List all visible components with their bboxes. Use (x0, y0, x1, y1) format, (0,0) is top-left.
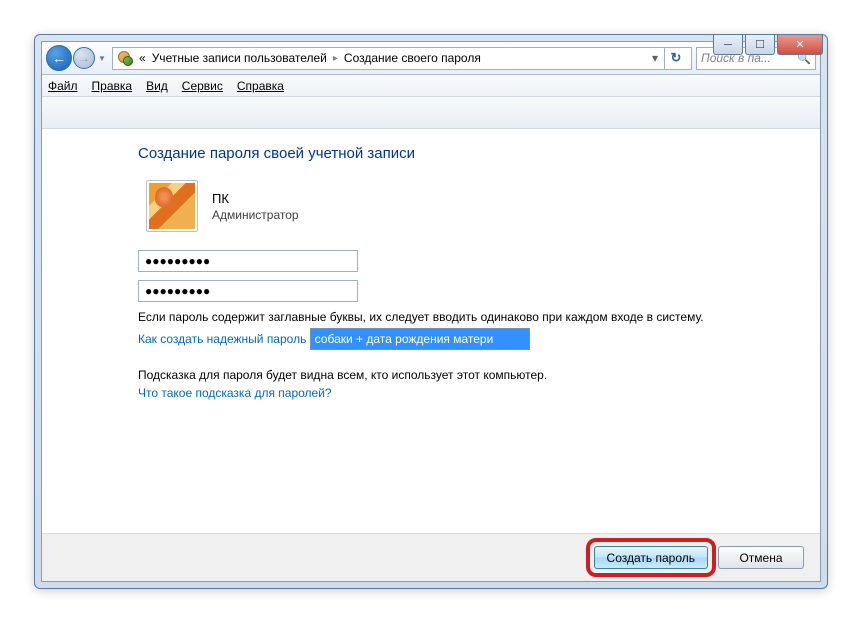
command-bar (42, 97, 820, 129)
close-button[interactable]: ✕ (777, 35, 823, 55)
menu-help[interactable]: Справка (237, 79, 284, 93)
page-title: Создание пароля своей учетной записи (138, 145, 810, 162)
maximize-button[interactable]: ☐ (745, 35, 775, 55)
caps-note: Если пароль содержит заглавные буквы, их… (138, 310, 810, 324)
password-hint-field[interactable] (310, 328, 530, 350)
strong-password-link[interactable]: Как создать надежный пароль (138, 332, 306, 346)
window-controls: ─ ☐ ✕ (711, 35, 827, 55)
breadcrumb-users[interactable]: Учетные записи пользователей (152, 51, 327, 65)
dialog-footer: Создать пароль Отмена (42, 533, 820, 581)
nav-arrows: ← → ▼ (46, 45, 108, 71)
refresh-button[interactable]: ↻ (664, 48, 687, 69)
minimize-button[interactable]: ─ (713, 35, 743, 55)
hint-note: Подсказка для пароля будет видна всем, к… (138, 368, 810, 382)
breadcrumb-sep-icon: ▸ (333, 53, 338, 64)
confirm-password-field[interactable] (138, 280, 358, 302)
breadcrumb-prefix: « (139, 51, 146, 65)
user-name: ПК (212, 191, 299, 206)
back-button[interactable]: ← (46, 45, 72, 71)
user-info: ПК Администратор (146, 180, 810, 232)
menu-tools[interactable]: Сервис (182, 79, 223, 93)
address-dropdown[interactable]: ▾ (652, 51, 658, 65)
chevron-down-icon: ▾ (652, 51, 658, 65)
user-role: Администратор (212, 208, 299, 222)
menu-file[interactable]: Файл (48, 79, 78, 93)
client-area: ← → ▼ « Учетные записи пользователей ▸ С… (41, 41, 821, 582)
forward-button[interactable]: → (73, 47, 95, 69)
history-dropdown[interactable]: ▼ (96, 49, 108, 67)
menu-edit[interactable]: Правка (92, 79, 133, 93)
navigation-bar: ← → ▼ « Учетные записи пользователей ▸ С… (42, 42, 820, 75)
breadcrumb-create-password[interactable]: Создание своего пароля (344, 51, 481, 65)
create-password-button[interactable]: Создать пароль (594, 546, 708, 569)
avatar-image (149, 183, 195, 229)
cancel-button[interactable]: Отмена (718, 546, 804, 569)
avatar (146, 180, 198, 232)
address-bar[interactable]: « Учетные записи пользователей ▸ Создани… (112, 47, 692, 70)
hint-help-link[interactable]: Что такое подсказка для паролей? (138, 386, 332, 400)
menu-bar: Файл Правка Вид Сервис Справка (42, 75, 820, 97)
menu-view[interactable]: Вид (146, 79, 168, 93)
window-frame: ─ ☐ ✕ ← → ▼ « Учетные записи пользовател… (34, 34, 828, 589)
user-accounts-icon (117, 50, 133, 66)
content-area: Создание пароля своей учетной записи ПК … (42, 129, 820, 533)
new-password-field[interactable] (138, 250, 358, 272)
